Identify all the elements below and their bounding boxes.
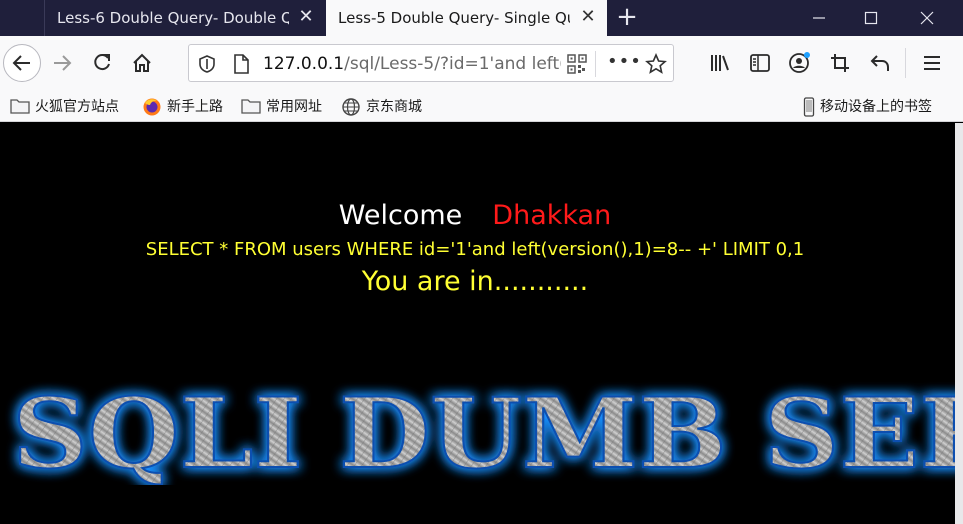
sqli-dumb-series-banner: SQLI DUMB SERIES	[11, 376, 955, 485]
mobile-bookmarks-item[interactable]: 移动设备上的书签	[803, 94, 932, 118]
bookmark-item[interactable]: 京东商城	[341, 94, 422, 118]
bookmark-label: 新手上路	[167, 99, 223, 115]
sql-query-text: SELECT * FROM users WHERE id='1'and left…	[145, 239, 805, 260]
close-window-icon[interactable]	[899, 0, 955, 36]
minimize-icon[interactable]	[791, 0, 847, 36]
tab-less-5[interactable]: Less-5 Double Query- Single Quotes ✕	[326, 0, 607, 36]
account-icon[interactable]	[786, 49, 814, 77]
screenshot-crop-icon[interactable]	[826, 49, 854, 77]
toolbar-divider	[905, 48, 906, 78]
welcome-line: Welcome Dhakkan	[0, 200, 950, 231]
urlbar-divider	[595, 51, 596, 77]
scrollbar-track[interactable]	[955, 123, 963, 524]
library-icon[interactable]	[706, 49, 734, 77]
folder-icon	[241, 97, 261, 115]
tab-close-icon[interactable]: ✕	[297, 8, 315, 26]
bookmarks-toolbar: 火狐官方站点 新手上路 常用网址 京东商城 移动设备上的书签	[0, 90, 963, 122]
sidebar-icon[interactable]	[746, 49, 774, 77]
bookmark-label: 火狐官方站点	[35, 99, 119, 115]
address-bar[interactable]: 127.0.0.1/sql/Less-5/?id=1'and left(vers…	[188, 44, 674, 82]
bookmark-label: 常用网址	[266, 99, 322, 115]
page-content: Welcome Dhakkan SELECT * FROM users WHERE…	[0, 123, 955, 524]
page-actions-more-icon[interactable]: •••	[607, 51, 641, 77]
forward-arrow-icon[interactable]	[47, 48, 77, 78]
banner-text: SQLI DUMB SERIES	[12, 377, 955, 485]
tab-title: Less-6 Double Query- Double Quotes	[57, 9, 289, 27]
bookmark-item[interactable]: 火狐官方站点	[10, 94, 119, 118]
result-message: You are in...........	[361, 266, 589, 297]
tracking-shield-icon[interactable]	[197, 54, 217, 74]
maximize-icon[interactable]	[843, 0, 899, 36]
globe-icon	[341, 97, 361, 116]
folder-icon	[10, 97, 30, 115]
home-icon[interactable]	[127, 48, 157, 78]
mobile-icon	[803, 97, 817, 117]
bookmark-item[interactable]: 新手上路	[142, 94, 223, 118]
welcome-text: Welcome	[338, 200, 463, 231]
bookmark-star-icon[interactable]	[645, 52, 667, 75]
tab-close-icon[interactable]: ✕	[579, 8, 597, 26]
tab-strip: Less-6 Double Query- Double Quotes ✕ Les…	[0, 0, 963, 36]
bookmark-label: 京东商城	[366, 99, 422, 115]
bookmark-label: 移动设备上的书签	[820, 99, 932, 115]
url-path: /sql/Less-5/?id=1'and left(version(),1)=…	[344, 54, 561, 74]
url-text[interactable]: 127.0.0.1/sql/Less-5/?id=1'and left(vers…	[263, 54, 561, 74]
undo-arrow-icon[interactable]	[866, 49, 894, 77]
back-arrow-icon[interactable]	[3, 44, 41, 82]
qr-code-icon[interactable]	[567, 54, 587, 74]
new-tab-plus-icon[interactable]: +	[612, 3, 642, 33]
navigation-toolbar: 127.0.0.1/sql/Less-5/?id=1'and left(vers…	[0, 36, 963, 90]
url-host: 127.0.0.1	[263, 54, 345, 74]
bookmark-item[interactable]: 常用网址	[241, 94, 322, 118]
tab-less-6[interactable]: Less-6 Double Query- Double Quotes ✕	[44, 0, 325, 36]
user-name: Dhakkan	[492, 200, 612, 231]
reload-icon[interactable]	[87, 48, 117, 78]
page-info-icon[interactable]	[231, 53, 251, 75]
hamburger-menu-icon[interactable]	[918, 49, 946, 77]
tab-title: Less-5 Double Query- Single Quotes	[338, 9, 570, 27]
firefox-icon	[142, 97, 162, 116]
